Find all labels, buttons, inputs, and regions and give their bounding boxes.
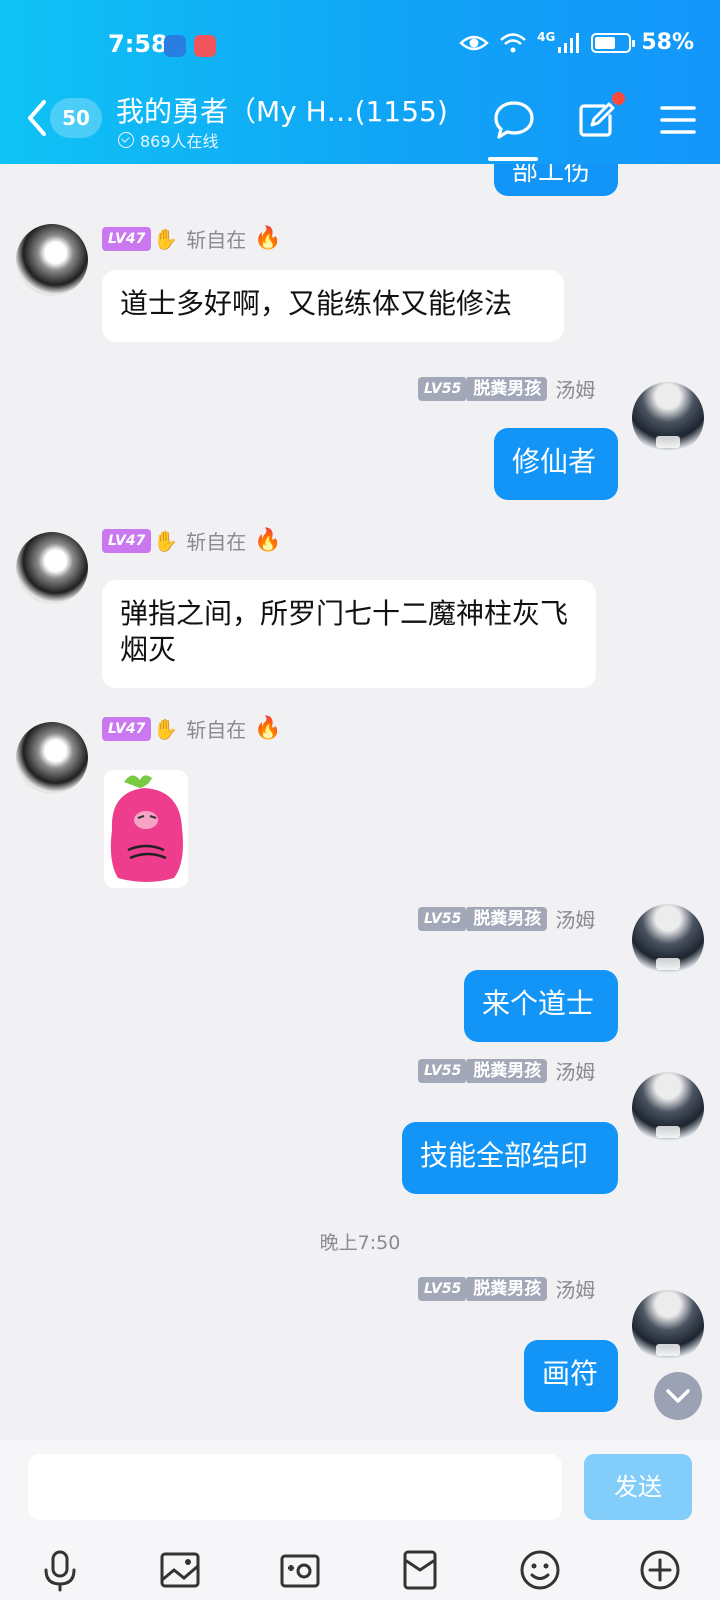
status-bar: 7:58 4G 58% xyxy=(0,0,720,90)
online-count-label: 869人在线 xyxy=(140,132,219,151)
book-app-icon xyxy=(194,35,216,57)
battery-icon xyxy=(591,32,636,53)
image-icon[interactable] xyxy=(158,1548,202,1592)
sender-name[interactable]: 汤姆 xyxy=(555,374,595,403)
online-count: 869人在线 xyxy=(118,128,219,152)
send-button[interactable]: 发送 xyxy=(584,1454,692,1520)
avatar[interactable] xyxy=(632,904,704,976)
sender-meta: LV55 脱粪男孩 汤姆 xyxy=(418,1056,595,1085)
sender-meta: LV55 脱粪男孩 汤姆 xyxy=(418,374,595,403)
mic-icon[interactable] xyxy=(38,1548,82,1592)
top-bar: 7:58 4G 58% 50 我的勇者（My H…(1155) 869人在线 xyxy=(0,0,720,164)
title-tag: 脱粪男孩 xyxy=(467,1058,548,1083)
group-title[interactable]: 我的勇者（My H…(1155) xyxy=(116,90,472,130)
signal-icon xyxy=(558,32,580,53)
emoji-icon[interactable] xyxy=(518,1548,562,1592)
avatar[interactable] xyxy=(632,382,704,454)
level-badge: LV55 xyxy=(418,1276,468,1301)
avatar[interactable] xyxy=(16,532,88,604)
hand-icon: ✋ xyxy=(153,226,179,251)
red-packet-icon[interactable] xyxy=(398,1548,442,1592)
browser-app-icon xyxy=(164,35,186,57)
message-bubble[interactable]: 来个道士 xyxy=(464,970,618,1042)
wifi-icon xyxy=(500,32,526,52)
level-badge: LV55 xyxy=(418,906,468,931)
fire-icon: 🔥 xyxy=(254,226,282,251)
sticker-message[interactable] xyxy=(104,770,188,888)
battery-percent: 58% xyxy=(641,30,694,55)
sender-meta: LV47 ✋ 斩自在 🔥 xyxy=(102,224,282,253)
fire-icon: 🔥 xyxy=(254,716,282,741)
sender-name[interactable]: 汤姆 xyxy=(555,904,595,933)
chat-messages[interactable]: 部工伤 LV47 ✋ 斩自在 🔥 道士多好啊，又能练体又能修法 LV55 脱粪男… xyxy=(0,164,720,1440)
message-bubble[interactable]: 画符 xyxy=(524,1340,618,1412)
hand-icon: ✋ xyxy=(153,528,179,553)
level-badge: LV55 xyxy=(418,376,468,401)
title-tag: 脱粪男孩 xyxy=(467,376,548,401)
verified-icon xyxy=(118,132,134,148)
message-input[interactable] xyxy=(28,1454,562,1520)
message-bubble-partial[interactable]: 部工伤 xyxy=(494,164,618,196)
menu-icon[interactable] xyxy=(656,98,700,142)
sender-meta: LV47 ✋ 斩自在 🔥 xyxy=(102,526,282,555)
avatar[interactable] xyxy=(16,224,88,296)
title-tag: 脱粪男孩 xyxy=(467,1276,548,1301)
level-badge: LV47 xyxy=(102,226,152,251)
input-bar: 发送 xyxy=(0,1440,720,1600)
sender-name[interactable]: 斩自在 xyxy=(186,224,246,253)
eye-icon xyxy=(459,35,489,50)
sender-meta: LV47 ✋ 斩自在 🔥 xyxy=(102,714,282,743)
compose-icon[interactable] xyxy=(574,98,618,142)
chevron-down-icon xyxy=(666,1389,690,1403)
chat-bubble-icon[interactable] xyxy=(492,98,536,142)
avatar[interactable] xyxy=(632,1290,704,1362)
message-bubble[interactable]: 道士多好啊，又能练体又能修法 xyxy=(102,270,564,342)
sender-meta: LV55 脱粪男孩 汤姆 xyxy=(418,1274,595,1303)
level-badge: LV47 xyxy=(102,528,152,553)
time-separator: 晚上7:50 xyxy=(319,1232,401,1254)
hand-icon: ✋ xyxy=(153,716,179,741)
sender-name[interactable]: 汤姆 xyxy=(555,1274,595,1303)
title-tag: 脱粪男孩 xyxy=(467,906,548,931)
network-label: 4G xyxy=(537,29,556,44)
radish-sticker-image xyxy=(110,775,183,882)
sender-meta: LV55 脱粪男孩 汤姆 xyxy=(418,904,595,933)
sender-name[interactable]: 斩自在 xyxy=(186,714,246,743)
message-bubble[interactable]: 修仙者 xyxy=(494,428,618,500)
avatar[interactable] xyxy=(632,1072,704,1144)
camera-icon[interactable] xyxy=(278,1548,322,1592)
fire-icon: 🔥 xyxy=(254,528,282,553)
scroll-to-bottom-button[interactable] xyxy=(654,1372,702,1420)
message-bubble[interactable]: 弹指之间，所罗门七十二魔神柱灰飞烟灭 xyxy=(102,580,596,688)
unread-count-badge[interactable]: 50 xyxy=(50,98,102,138)
level-badge: LV47 xyxy=(102,716,152,741)
plus-icon[interactable] xyxy=(638,1548,682,1592)
status-time: 7:58 xyxy=(108,30,168,58)
sender-name[interactable]: 斩自在 xyxy=(186,526,246,555)
avatar[interactable] xyxy=(16,722,88,794)
active-tab-indicator xyxy=(488,157,538,161)
sender-name[interactable]: 汤姆 xyxy=(555,1056,595,1085)
notification-dot xyxy=(612,92,625,105)
status-indicators: 4G 58% xyxy=(459,30,694,55)
back-icon[interactable] xyxy=(22,96,52,140)
level-badge: LV55 xyxy=(418,1058,468,1083)
message-bubble[interactable]: 技能全部结印 xyxy=(402,1122,618,1194)
